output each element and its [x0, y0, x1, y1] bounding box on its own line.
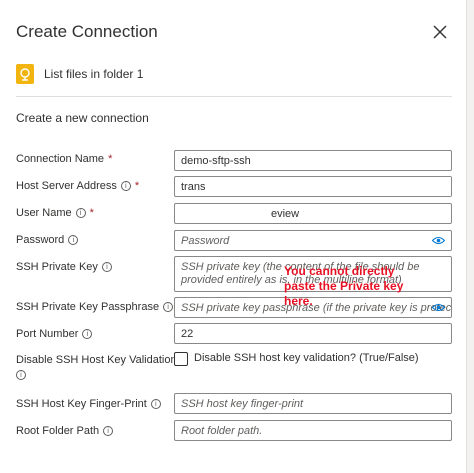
info-icon[interactable]: i — [101, 262, 112, 272]
section-title: Create a new connection — [16, 111, 149, 125]
info-icon[interactable]: i — [16, 370, 26, 380]
eye-icon[interactable] — [432, 303, 445, 312]
info-icon[interactable]: i — [150, 399, 161, 409]
root-folder-path-input[interactable]: Root folder path. — [174, 420, 452, 441]
private-key-annotation: You cannot directly paste the Private ke… — [284, 264, 404, 308]
action-label: List files in folder 1 — [44, 67, 144, 81]
host-server-address-label: Host Server Address i * — [16, 180, 140, 192]
info-icon[interactable]: i — [68, 235, 79, 245]
action-header: List files in folder 1 — [16, 64, 143, 84]
ssh-host-key-fingerprint-input[interactable]: SSH host key finger-print — [174, 393, 452, 414]
required-marker: * — [134, 180, 140, 192]
password-label: Password i — [16, 234, 79, 246]
port-number-label: Port Number i — [16, 328, 93, 340]
scroll-edge — [466, 0, 474, 473]
panel-title: Create Connection — [16, 22, 158, 41]
disable-ssh-host-key-validation-checkbox[interactable] — [174, 352, 188, 366]
ssh-private-key-passphrase-label: SSH Private Key Passphrase i — [16, 301, 174, 313]
required-marker: * — [89, 207, 94, 219]
user-name-input[interactable]: eview — [174, 203, 452, 224]
divider — [16, 96, 452, 97]
create-connection-panel: Create Connection List files in folder 1… — [0, 0, 474, 473]
root-folder-path-label: Root Folder Path i — [16, 425, 114, 437]
info-icon[interactable]: i — [120, 181, 131, 191]
disable-ssh-host-key-validation-checkbox-label[interactable]: Disable SSH host key validation? (True/F… — [194, 352, 419, 364]
eye-icon[interactable] — [432, 236, 445, 245]
ssh-host-key-fingerprint-label: SSH Host Key Finger-Print i — [16, 398, 161, 410]
redaction — [258, 177, 451, 196]
ssh-private-key-label: SSH Private Key i — [16, 261, 112, 273]
info-icon[interactable]: i — [103, 426, 114, 436]
disable-ssh-host-key-validation-label: Disable SSH Host Key Validation — [16, 354, 177, 366]
password-input[interactable]: Password — [174, 230, 452, 251]
connection-name-label: Connection Name * — [16, 153, 113, 165]
port-number-input[interactable]: 22 — [174, 323, 452, 344]
disable-ssh-host-key-validation-info: i — [16, 370, 26, 380]
info-icon[interactable]: i — [163, 302, 174, 312]
close-icon[interactable] — [430, 22, 450, 42]
info-icon[interactable]: i — [75, 208, 86, 218]
connection-name-input[interactable]: demo-sftp-ssh — [174, 150, 452, 171]
sftp-connector-icon — [16, 64, 34, 84]
user-name-label: User Name i * — [16, 207, 94, 219]
required-marker: * — [108, 153, 113, 165]
info-icon[interactable]: i — [82, 329, 93, 339]
